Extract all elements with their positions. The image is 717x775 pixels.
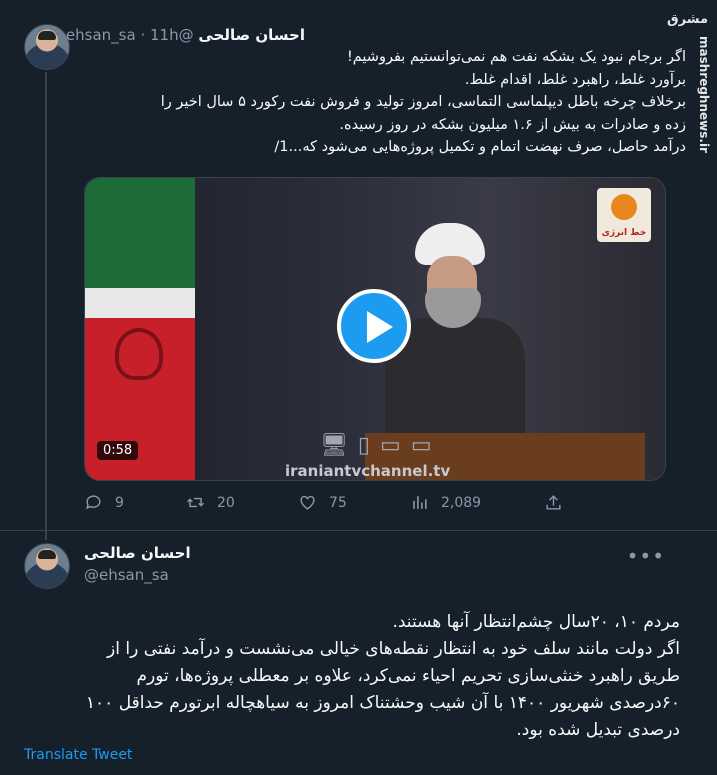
flag-white <box>85 288 195 318</box>
tweet-1-text: اگر برجام نبود یک بشکه نفت هم نمی‌توانست… <box>86 46 686 159</box>
views-icon <box>413 496 427 509</box>
heart-icon <box>300 495 315 510</box>
watermark-logo: مشرق <box>667 12 708 27</box>
video-duration: 0:58 <box>97 441 139 460</box>
tweet-text-line: برآورد غلط، راهبرد غلط، اقدام غلط. <box>464 71 686 88</box>
translate-tweet-link[interactable]: Translate Tweet <box>24 747 132 763</box>
tweet-text-line: طریق راهبرد خنثی‌سازی تحریم احیاء نمی‌کر… <box>136 666 680 686</box>
tweet-actions: 9 20 75 2,089 <box>84 493 664 515</box>
video-watermark: iraniantvchannel.tv <box>285 462 451 480</box>
retweet-button[interactable]: 20 <box>186 493 235 512</box>
views-count: 2,089 <box>441 494 482 511</box>
like-button[interactable]: 75 <box>298 493 347 512</box>
tweet-2-header: احسان صالحی @ehsan_sa <box>84 544 191 584</box>
avatar[interactable] <box>24 24 70 70</box>
avatar-hair <box>38 550 56 559</box>
tweet-1-header: احسان صالحی @ehsan_sa · 11h <box>66 26 305 44</box>
channel-logo: خط انرژی <box>597 188 651 242</box>
channel-logo-icon <box>611 194 637 220</box>
retweet-count: 20 <box>217 494 235 511</box>
thread-line <box>45 72 47 540</box>
like-count: 75 <box>329 494 347 511</box>
tweet-1: احسان صالحی @ehsan_sa · 11h اگر برجام نب… <box>0 0 717 540</box>
avatar[interactable] <box>24 543 70 589</box>
author-handle[interactable]: @ehsan_sa <box>84 566 191 584</box>
author-name[interactable]: احسان صالحی <box>198 26 305 44</box>
flag-green <box>85 178 195 288</box>
tweet-text-line: درآمد حاصل، صرف نهضت اتمام و تکمیل پروژه… <box>274 139 686 155</box>
tweet-text-line: اگر برجام نبود یک بشکه نفت هم نمی‌توانست… <box>346 49 686 65</box>
tweet-2-text: مردم ۱۰، ۲۰سال چشم‌انتظار آنها هستند. اگ… <box>24 609 680 744</box>
tweet-text-line: مردم ۱۰، ۲۰سال چشم‌انتظار آنها هستند. <box>392 612 680 632</box>
author-name[interactable]: احسان صالحی <box>84 544 191 562</box>
video-player[interactable]: خط انرژی 🖥▯▭▭ iraniantvchannel.tv 0:58 <box>84 177 666 481</box>
reply-icon <box>86 495 101 510</box>
tweet-text-line: درصدی تبدیل شده بود. <box>516 720 680 740</box>
tweet-text-line: اگر دولت مانند سلف خود به انتظار نقطه‌ها… <box>107 639 680 659</box>
more-options-icon[interactable]: ••• <box>627 544 665 568</box>
avatar-hair <box>38 31 56 40</box>
play-button[interactable] <box>337 289 411 363</box>
views-button[interactable]: 2,089 <box>410 493 481 512</box>
site-watermark: mashreghnews.ir <box>697 36 711 153</box>
play-icon <box>367 311 393 343</box>
flag-emblem <box>115 328 163 380</box>
tweet-divider <box>0 530 717 531</box>
channel-logo-text: خط انرژی <box>601 228 647 238</box>
tweet-time[interactable]: 11h <box>150 26 179 44</box>
reply-count: 9 <box>115 494 124 511</box>
tweet-text-line: برخلاف چرخه باطل دیپلماسی التماسی، امروز… <box>160 94 686 110</box>
iran-flag <box>85 178 195 480</box>
separator: · <box>140 26 146 44</box>
reply-button[interactable]: 9 <box>84 493 124 512</box>
tweet-text-line: زده و صادرات به بیش از ۱.۶ میلیون بشکه د… <box>339 116 686 133</box>
device-icons: 🖥▯▭▭ <box>320 433 442 458</box>
share-button[interactable] <box>544 493 563 512</box>
share-icon <box>546 495 561 510</box>
retweet-icon <box>187 497 204 508</box>
tweet-text-line: ۶۰درصدی شهریور ۱۴۰۰ با آن شیب وحشتناک ام… <box>85 693 680 713</box>
